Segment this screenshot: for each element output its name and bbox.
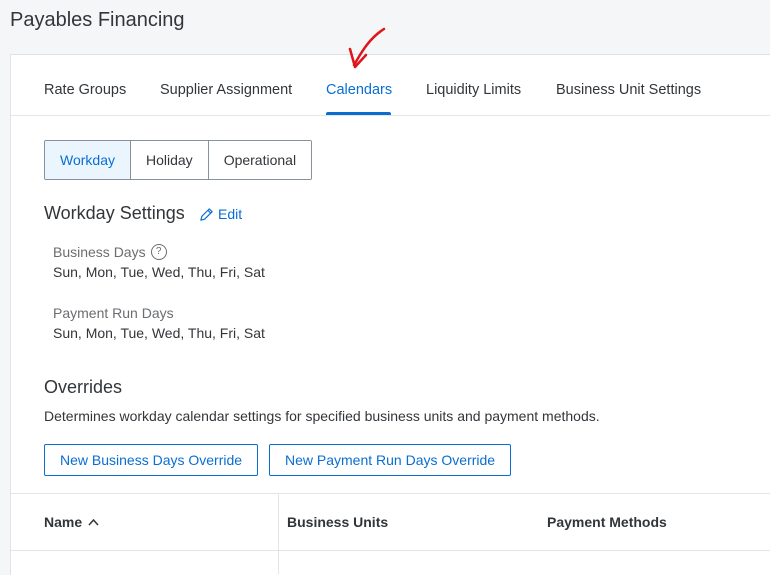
new-business-days-override-button[interactable]: New Business Days Override bbox=[44, 444, 259, 476]
calendar-type-segmented-control: Workday Holiday Operational bbox=[44, 140, 313, 180]
red-arrow-icon bbox=[348, 27, 386, 69]
column-divider bbox=[278, 494, 279, 574]
column-header-payment-methods[interactable]: Payment Methods bbox=[547, 514, 667, 530]
calendars-card: Rate Groups Supplier Assignment Calendar… bbox=[10, 27, 770, 575]
edit-label: Edit bbox=[218, 206, 243, 222]
tab-calendars[interactable]: Calendars bbox=[326, 82, 392, 98]
tab-supplier-assignment[interactable]: Supplier Assignment bbox=[160, 82, 292, 98]
overrides-table-header: Name Business Units Payment Methods bbox=[11, 493, 770, 574]
question-circle-icon[interactable]: ? bbox=[150, 244, 167, 260]
tab-rate-groups[interactable]: Rate Groups bbox=[44, 82, 126, 98]
payment-run-days-value: Sun, Mon, Tue, Wed, Thu, Fri, Sat bbox=[53, 325, 265, 341]
business-days-label: Business Days ? bbox=[53, 244, 167, 260]
segment-holiday[interactable]: Holiday bbox=[130, 141, 209, 179]
overrides-description: Determines workday calendar settings for… bbox=[44, 408, 600, 424]
pencil-icon bbox=[200, 207, 213, 221]
new-payment-run-days-override-button[interactable]: New Payment Run Days Override bbox=[269, 444, 512, 476]
workday-settings-title: Workday Settings bbox=[44, 203, 185, 223]
segment-operational[interactable]: Operational bbox=[208, 141, 312, 179]
segment-workday[interactable]: Workday bbox=[45, 141, 131, 179]
edit-link[interactable]: Edit bbox=[199, 206, 242, 222]
column-header-name[interactable]: Name bbox=[44, 514, 99, 530]
chevron-up-icon bbox=[88, 518, 99, 526]
payment-run-days-label: Payment Run Days bbox=[53, 305, 174, 321]
tab-business-unit-settings[interactable]: Business Unit Settings bbox=[556, 82, 701, 98]
overrides-title: Overrides bbox=[44, 377, 123, 397]
column-header-business-units[interactable]: Business Units bbox=[287, 514, 388, 530]
page-title: Payables Financing bbox=[10, 9, 185, 31]
business-days-value: Sun, Mon, Tue, Wed, Thu, Fri, Sat bbox=[53, 264, 265, 280]
tab-liquidity-limits[interactable]: Liquidity Limits bbox=[426, 82, 521, 98]
business-days-label-text: Business Days bbox=[53, 244, 146, 260]
active-tab-indicator bbox=[326, 112, 391, 115]
column-name-label: Name bbox=[44, 514, 83, 530]
